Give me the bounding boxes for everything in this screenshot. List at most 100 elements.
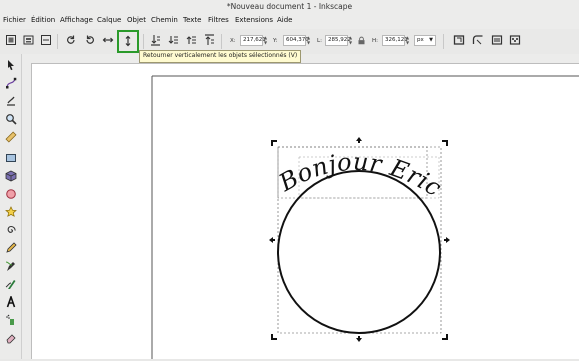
flip-horizontal-button[interactable] (101, 34, 115, 48)
rotate-cw-button[interactable] (83, 34, 97, 48)
text-tool-icon (5, 294, 17, 310)
handle-top-left (271, 140, 277, 146)
zoom-tool[interactable] (3, 112, 18, 127)
spray-icon (5, 314, 17, 328)
rotate-cw-icon (84, 34, 96, 48)
width-label: L: (317, 38, 322, 44)
node-editor-icon (5, 77, 17, 91)
menu-filtres[interactable]: Filtres (208, 16, 229, 24)
3d-box-icon (5, 170, 17, 184)
ruler-icon (4, 130, 17, 145)
handle-top-center (356, 137, 362, 143)
handle-bottom-center (356, 336, 362, 342)
x-spinner[interactable]: ▲ ▼ (264, 35, 268, 46)
scale-stroke-icon (453, 34, 465, 48)
scale-corners-button[interactable] (471, 34, 485, 48)
move-gradients-icon (491, 34, 503, 48)
3d-box-tool[interactable] (3, 169, 18, 184)
chevron-down-icon: ▼ (429, 37, 433, 43)
select-all-button[interactable] (4, 34, 18, 48)
y-spinner[interactable]: ▲ ▼ (307, 35, 311, 46)
eraser-tool[interactable] (3, 331, 18, 346)
ellipse-tool[interactable] (3, 187, 18, 202)
lower-to-bottom-button[interactable] (148, 34, 162, 48)
page-border (151, 75, 579, 359)
selector-tool[interactable] (3, 58, 18, 73)
menu-chemin[interactable]: Chemin (151, 16, 178, 24)
measure-tool[interactable] (3, 130, 18, 145)
move-patterns-button[interactable] (508, 34, 522, 48)
handle-bottom-left (271, 334, 277, 340)
unit-value: px (417, 37, 424, 43)
rotate-ccw-icon (65, 34, 77, 48)
pencil-tool[interactable] (3, 241, 18, 256)
arrow-cursor-icon (5, 59, 17, 73)
rotate-ccw-button[interactable] (64, 34, 78, 48)
menu-fichier[interactable]: Fichier (3, 16, 26, 24)
text-tool[interactable] (3, 294, 18, 310)
horizontal-ruler[interactable] (31, 54, 579, 64)
handle-bottom-right (442, 334, 448, 340)
menu-calque[interactable]: Calque (97, 16, 121, 24)
raise-to-top-icon (203, 34, 215, 48)
y-field[interactable]: 604,370 (283, 35, 309, 46)
toolbox (0, 54, 22, 359)
calligraphy-tool[interactable] (3, 277, 18, 292)
rectangle-tool[interactable] (3, 151, 18, 166)
width-field[interactable]: 285,922 (325, 35, 351, 46)
lock-ratio-button[interactable] (356, 36, 366, 46)
tweak-tool[interactable] (3, 94, 18, 109)
flip-vertical-tooltip: Retourner verticalement les objets sélec… (139, 50, 302, 63)
width-spinner[interactable]: ▲ ▼ (349, 35, 353, 46)
raise-to-top-button[interactable] (202, 34, 216, 48)
lower-icon (167, 34, 179, 48)
x-label: X: (230, 38, 236, 44)
height-field[interactable]: 326,121 (382, 35, 408, 46)
scale-stroke-button[interactable] (452, 34, 466, 48)
spiral-tool[interactable] (3, 223, 18, 238)
unit-select[interactable]: px ▼ (414, 35, 436, 46)
scale-corners-icon (472, 34, 484, 48)
canvas[interactable]: Bonjour Eric (32, 64, 579, 359)
deselect-button[interactable] (39, 34, 53, 48)
handle-top-right (442, 140, 448, 146)
raise-icon (185, 34, 197, 48)
handle-right-center (444, 237, 450, 243)
vertical-ruler[interactable] (22, 63, 32, 359)
x-field[interactable]: 217,621 (240, 35, 266, 46)
handle-left-center (269, 237, 275, 243)
menu-texte[interactable]: Texte (183, 16, 201, 24)
toolbar-separator (443, 34, 444, 49)
select-all-layers-icon (23, 34, 35, 48)
menu-edition[interactable]: Édition (31, 16, 55, 24)
star-tool[interactable] (3, 205, 18, 220)
toolbar-separator (143, 34, 144, 49)
menu-bar: Fichier Édition Affichage Calque Objet C… (0, 13, 579, 29)
circle-shape (277, 170, 441, 334)
y-label: Y: (273, 38, 278, 44)
raise-button[interactable] (184, 34, 198, 48)
deselect-icon (40, 34, 52, 48)
height-label: H: (372, 38, 378, 44)
toolbar-separator (57, 34, 58, 49)
pen-tool[interactable] (3, 259, 18, 274)
spray-tool[interactable] (3, 313, 18, 328)
flip-vertical-button[interactable] (117, 30, 139, 53)
menu-aide[interactable]: Aide (277, 16, 292, 24)
magnifier-icon (5, 113, 17, 127)
star-icon (4, 205, 17, 220)
move-gradients-button[interactable] (490, 34, 504, 48)
height-spinner[interactable]: ▲ ▼ (406, 35, 410, 46)
flip-vertical-icon (122, 35, 134, 49)
text-on-path: Bonjour Eric (274, 148, 447, 203)
menu-affichage[interactable]: Affichage (60, 16, 93, 24)
ellipse-icon (5, 188, 17, 202)
lower-button[interactable] (166, 34, 180, 48)
tweak-icon (5, 95, 17, 109)
menu-objet[interactable]: Objet (127, 16, 146, 24)
select-all-layers-button[interactable] (22, 34, 36, 48)
move-patterns-icon (509, 34, 521, 48)
menu-extensions[interactable]: Extensions (235, 16, 273, 24)
toolbar-separator (221, 34, 222, 49)
node-tool[interactable] (3, 76, 18, 91)
